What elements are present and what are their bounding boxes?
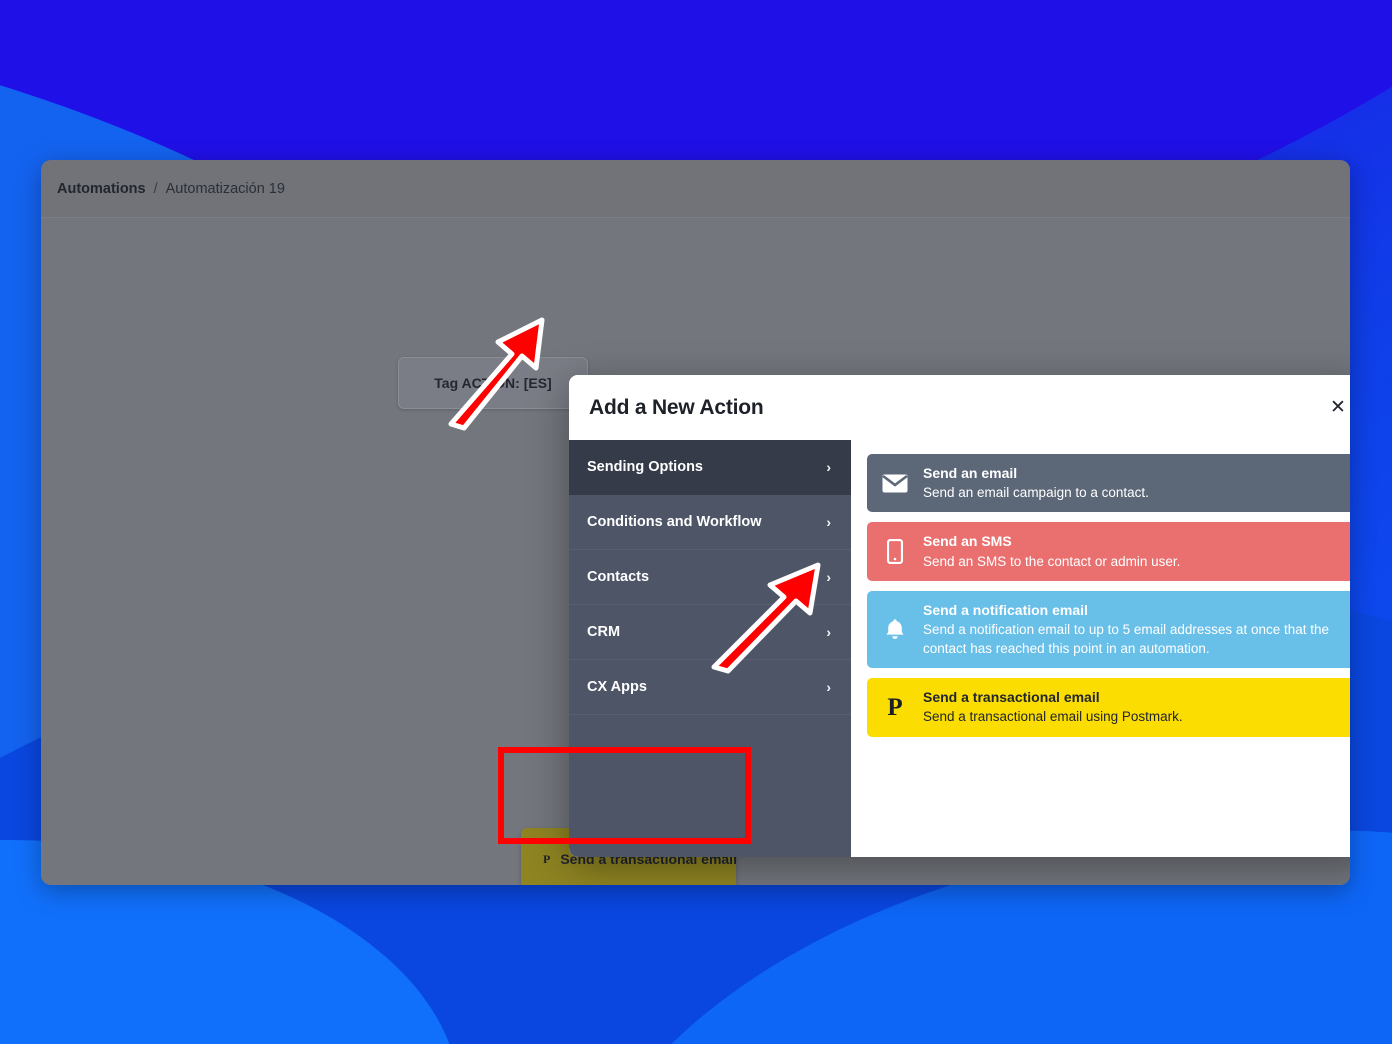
- postmark-p-icon: P: [881, 695, 909, 720]
- breadcrumb-automations-link[interactable]: Automations: [57, 181, 146, 197]
- action-card-description: Send a transactional email using Postmar…: [923, 709, 1183, 725]
- chevron-right-icon: ›: [826, 624, 831, 640]
- modal-header: Add a New Action ✕: [569, 375, 1350, 440]
- postmark-p-icon: P: [543, 851, 551, 866]
- action-options-list: Send an email Send an email campaign to …: [851, 440, 1350, 857]
- sidebar-item-label: Contacts: [587, 569, 650, 585]
- automation-app-window: Automations / Automatización 19 Tag ACTI…: [41, 160, 1350, 885]
- tag-action-node[interactable]: Tag ACTION: [ES]: [398, 357, 588, 409]
- breadcrumb-current-automation: Automatización 19: [165, 180, 285, 197]
- sidebar-item-conditions-and-workflow[interactable]: Conditions and Workflow ›: [569, 495, 851, 550]
- sidebar-item-label: Conditions and Workflow: [587, 514, 762, 530]
- sidebar-item-crm[interactable]: CRM ›: [569, 605, 851, 660]
- close-icon[interactable]: ✕: [1325, 395, 1350, 421]
- breadcrumb: Automations / Automatización 19: [57, 181, 285, 197]
- envelope-icon: [881, 474, 909, 493]
- sidebar-item-cx-apps[interactable]: CX Apps ›: [569, 660, 851, 715]
- action-card-title: Send an SMS: [923, 533, 1012, 550]
- app-topbar: Automations / Automatización 19: [41, 160, 1350, 218]
- bell-icon: [881, 617, 909, 641]
- modal-body: Sending Options › Conditions and Workflo…: [569, 440, 1350, 857]
- add-new-action-modal: Add a New Action ✕ Sending Options › Con…: [569, 375, 1350, 857]
- action-card-title: Send an email: [923, 465, 1018, 481]
- action-card-title: Send a notification email: [923, 601, 1088, 618]
- chevron-right-icon: ›: [826, 679, 831, 695]
- postmark-p-glyph: P: [887, 693, 903, 721]
- action-card-send-an-sms[interactable]: Send an SMS Send an SMS to the contact o…: [867, 522, 1350, 581]
- sidebar-item-label: CRM: [587, 624, 621, 640]
- sidebar-item-label: CX Apps: [587, 679, 647, 695]
- modal-category-sidebar: Sending Options › Conditions and Workflo…: [569, 440, 851, 857]
- mobile-phone-icon: [881, 539, 909, 565]
- sidebar-item-contacts[interactable]: Contacts ›: [569, 550, 851, 605]
- action-card-send-a-notification-email[interactable]: Send a notification email Send a notific…: [867, 590, 1350, 669]
- sidebar-item-sending-options[interactable]: Sending Options ›: [569, 440, 851, 495]
- action-card-title: Send a transactional email: [923, 689, 1100, 706]
- sidebar-empty-area: [569, 715, 851, 857]
- action-card-send-a-transactional-email[interactable]: P Send a transactional email Send a tran…: [867, 678, 1350, 737]
- action-card-send-an-email[interactable]: Send an email Send an email campaign to …: [867, 454, 1350, 513]
- modal-title: Add a New Action: [589, 395, 764, 419]
- chevron-right-icon: ›: [826, 459, 831, 475]
- chevron-right-icon: ›: [826, 569, 831, 585]
- action-card-description: Send an email campaign to a contact.: [923, 485, 1149, 501]
- action-card-description: Send a notification email to up to 5 ema…: [923, 621, 1330, 657]
- chevron-right-icon: ›: [826, 514, 831, 530]
- action-card-description: Send an SMS to the contact or admin user…: [923, 553, 1181, 569]
- breadcrumb-separator: /: [153, 180, 158, 197]
- tag-action-node-label: Tag ACTION: [ES]: [434, 375, 552, 391]
- sidebar-item-label: Sending Options: [587, 459, 703, 475]
